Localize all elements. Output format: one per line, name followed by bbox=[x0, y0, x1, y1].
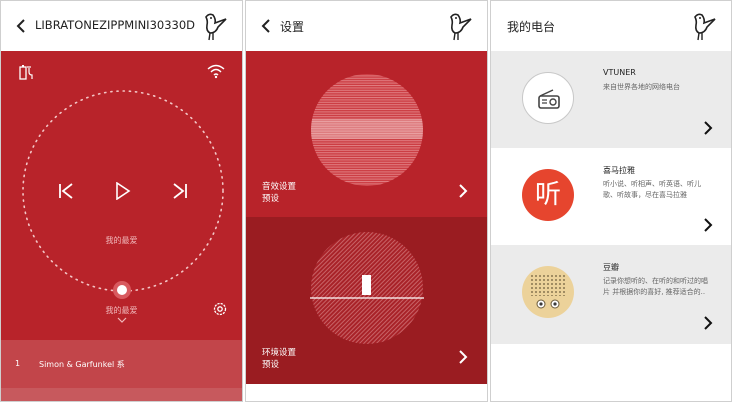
station-name: 豆瓣 bbox=[603, 263, 619, 272]
dial-knob[interactable] bbox=[112, 280, 132, 300]
station-name: VTUNER bbox=[603, 68, 636, 77]
environment-settings-preset: 预设 bbox=[262, 360, 280, 370]
settings-header: 设置 bbox=[246, 1, 487, 51]
station-desc: 听小说、听相声、听英语、听儿 歌、听故事，尽在喜马拉雅 bbox=[603, 179, 701, 201]
chevron-right-icon[interactable] bbox=[457, 183, 469, 199]
previous-track-icon[interactable] bbox=[58, 183, 74, 199]
libratone-bird-logo-icon[interactable] bbox=[689, 9, 723, 43]
chevron-right-icon[interactable] bbox=[457, 349, 469, 365]
device-title: LIBRATONEZIPPMINI30330D bbox=[35, 18, 196, 32]
vtuner-logo bbox=[522, 72, 574, 124]
station-desc: 记录你想听的、在听的和听过的唱 片 并根据你的喜好, 推荐适合的.. bbox=[603, 276, 708, 298]
sound-settings-title: 音效设置 bbox=[262, 182, 297, 192]
station-desc: 来自世界各地的网络电台 bbox=[603, 83, 680, 91]
station-row-douban[interactable]: 豆瓣 记录你想听的、在听的和听过的唱 片 并根据你的喜好, 推荐适合的.. bbox=[491, 245, 731, 344]
environment-settings-label: 环境设置 预设 bbox=[262, 347, 296, 371]
chevron-right-icon[interactable] bbox=[702, 315, 714, 331]
app-root: LIBRATONEZIPPMINI30330D 我的最爱 我的最爱 1 Simo… bbox=[0, 0, 732, 402]
environment-settings-card[interactable]: 环境设置 预设 bbox=[246, 217, 487, 384]
sound-settings-card[interactable]: 音效设置 预设 bbox=[246, 51, 487, 217]
chevron-right-icon[interactable] bbox=[702, 217, 714, 233]
next-track-icon[interactable] bbox=[172, 183, 188, 199]
player-area: 我的最爱 我的最爱 bbox=[1, 51, 242, 340]
libratone-bird-logo-icon[interactable] bbox=[200, 9, 234, 43]
player-screen: LIBRATONEZIPPMINI30330D 我的最爱 我的最爱 1 Simo… bbox=[0, 0, 243, 402]
station-desc-line2: 歌、听故事，尽在喜马拉雅 bbox=[603, 191, 687, 199]
environment-settings-title: 环境设置 bbox=[262, 348, 297, 358]
station-row-ximalaya[interactable]: 听 喜马拉雅 听小说、听相声、听英语、听儿 歌、听故事，尽在喜马拉雅 bbox=[491, 148, 731, 245]
station-desc-line1: 听小说、听相声、听英语、听儿 bbox=[603, 180, 701, 188]
ximalaya-logo-text: 听 bbox=[534, 180, 561, 210]
player-header: LIBRATONEZIPPMINI30330D bbox=[1, 1, 242, 51]
libratone-bird-logo-icon[interactable] bbox=[445, 9, 479, 43]
favorite-label[interactable]: 我的最爱 bbox=[1, 305, 242, 316]
sound-settings-label: 音效设置 预设 bbox=[262, 181, 296, 205]
track-name: Simon & Garfunkel 系 bbox=[39, 360, 125, 369]
chevron-down-icon[interactable] bbox=[117, 317, 127, 323]
radio-header: 我的电台 bbox=[491, 1, 731, 51]
douban-icon bbox=[522, 266, 574, 318]
chevron-right-icon[interactable] bbox=[702, 120, 714, 136]
back-arrow-icon[interactable] bbox=[13, 18, 29, 34]
station-desc-line1: 记录你想听的、在听的和听过的唱 bbox=[603, 277, 708, 285]
radio-screen: 我的电台 VTUNER 来自世界各地的网络电台 听 喜马拉雅 听小说、听相声、听… bbox=[490, 0, 732, 402]
back-arrow-icon[interactable] bbox=[258, 18, 274, 34]
track-row[interactable]: 1 Simon & Garfunkel 系 bbox=[1, 340, 242, 388]
settings-title: 设置 bbox=[280, 20, 305, 34]
radio-title: 我的电台 bbox=[507, 20, 556, 34]
ximalaya-logo: 听 bbox=[522, 169, 574, 221]
battery-charging-icon bbox=[19, 65, 33, 80]
station-desc-line2: 片 并根据你的喜好, 推荐适合的.. bbox=[603, 288, 706, 296]
play-icon[interactable] bbox=[115, 182, 131, 200]
radio-icon bbox=[538, 89, 560, 109]
settings-gear-icon[interactable] bbox=[212, 301, 228, 317]
wifi-icon bbox=[207, 64, 225, 79]
station-row-vtuner[interactable]: VTUNER 来自世界各地的网络电台 bbox=[491, 51, 731, 148]
station-name: 喜马拉雅 bbox=[603, 166, 635, 175]
sound-visual-sphere bbox=[311, 74, 423, 186]
environment-visual-sphere bbox=[310, 232, 424, 344]
track-number: 1 bbox=[15, 359, 21, 368]
track-row-next[interactable] bbox=[1, 388, 242, 401]
settings-screen: 设置 音效设置 预设 环境设置 预设 bbox=[245, 0, 488, 402]
preset-label: 我的最爱 bbox=[105, 236, 138, 245]
sound-settings-preset: 预设 bbox=[262, 194, 280, 204]
